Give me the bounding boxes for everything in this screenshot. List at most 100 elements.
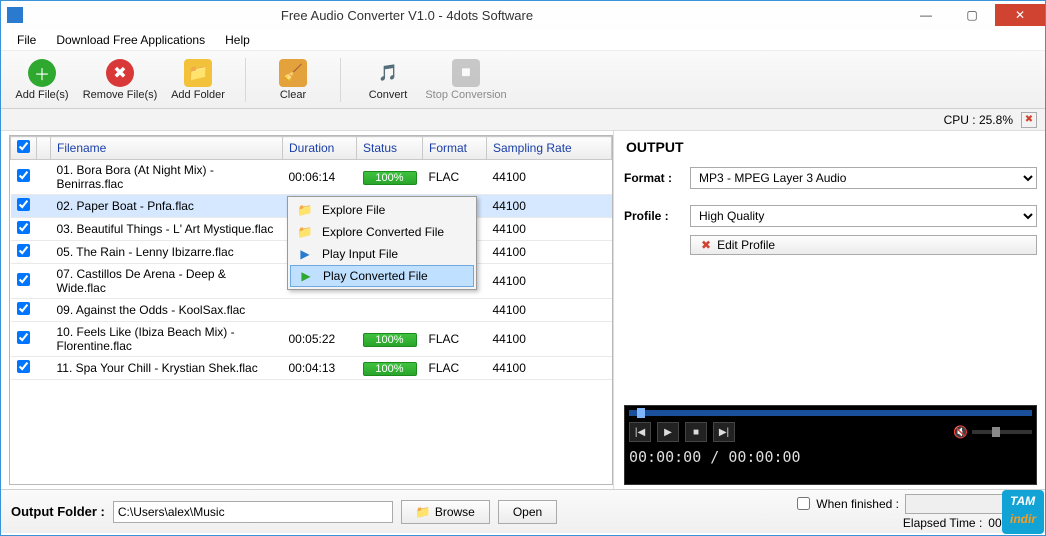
add-files-button[interactable]: ＋ Add File(s) [7, 54, 77, 106]
row-checkbox[interactable] [17, 360, 30, 373]
cell-sampling: 44100 [487, 195, 612, 218]
play-icon: ▶ [296, 247, 314, 261]
close-button[interactable]: ✕ [995, 4, 1045, 26]
cell-duration: 00:05:22 [283, 322, 357, 357]
file-grid[interactable]: Filename Duration Status Format Sampling… [9, 135, 613, 485]
seek-bar[interactable] [629, 410, 1032, 416]
cell-filename: 07. Castillos De Arena - Deep & Wide.fla… [51, 264, 283, 299]
cell-sampling: 44100 [487, 357, 612, 380]
remove-icon: ✖ [106, 59, 134, 87]
window-buttons: — ▢ ✕ [903, 4, 1045, 26]
cell-sampling: 44100 [487, 322, 612, 357]
cell-duration [283, 299, 357, 322]
table-row[interactable]: 09. Against the Odds - KoolSax.flac 44100 [11, 299, 612, 322]
watermark: TAMindir [1002, 490, 1044, 534]
table-row[interactable]: 11. Spa Your Chill - Krystian Shek.flac0… [11, 357, 612, 380]
stop-icon: ■ [452, 59, 480, 87]
when-finished-checkbox[interactable] [797, 497, 810, 510]
cell-sampling: 44100 [487, 218, 612, 241]
plus-icon: ＋ [28, 59, 56, 87]
col-status[interactable]: Status [357, 137, 423, 160]
broom-icon: 🧹 [279, 59, 307, 87]
player-time: 00:00:00 / 00:00:00 [629, 448, 1032, 466]
row-checkbox[interactable] [17, 302, 30, 315]
minimize-button[interactable]: — [903, 4, 949, 26]
cpu-label: CPU : 25.8% [944, 113, 1013, 127]
row-checkbox[interactable] [17, 244, 30, 257]
cell-filename: 09. Against the Odds - KoolSax.flac [51, 299, 283, 322]
convert-button[interactable]: 🎵 Convert [353, 54, 423, 106]
row-checkbox[interactable] [17, 198, 30, 211]
media-player: |◀ ▶ ■ ▶| 🔇 00:00:00 / 00:00:00 [624, 405, 1037, 485]
bottom-bar: Output Folder : 📁 Browse Open When finis… [1, 489, 1045, 533]
status-strip: CPU : 25.8% ✖ [1, 109, 1045, 131]
music-note-icon: 🎵 [374, 59, 402, 87]
add-folder-button[interactable]: 📁 Add Folder [163, 54, 233, 106]
col-sampling[interactable]: Sampling Rate [487, 137, 612, 160]
profile-select[interactable]: High Quality [690, 205, 1037, 227]
cell-duration: 00:06:14 [283, 160, 357, 195]
output-pane: OUTPUT Format : MP3 - MPEG Layer 3 Audio… [613, 131, 1045, 489]
select-all-checkbox[interactable] [17, 140, 30, 153]
col-duration[interactable]: Duration [283, 137, 357, 160]
edit-icon: ✖ [701, 238, 711, 252]
table-row[interactable]: 10. Feels Like (Ibiza Beach Mix) - Flore… [11, 322, 612, 357]
stop-button[interactable]: ■ Stop Conversion [431, 54, 501, 106]
volume-control: 🔇 [953, 425, 1032, 439]
player-next-button[interactable]: ▶| [713, 422, 735, 442]
cell-filename: 11. Spa Your Chill - Krystian Shek.flac [51, 357, 283, 380]
ctx-explore-converted[interactable]: 📁Explore Converted File [290, 221, 474, 243]
clear-button[interactable]: 🧹 Clear [258, 54, 328, 106]
row-checkbox[interactable] [17, 331, 30, 344]
volume-slider[interactable] [972, 430, 1032, 434]
menu-bar: File Download Free Applications Help [1, 29, 1045, 51]
app-icon [7, 7, 23, 23]
remove-files-button[interactable]: ✖ Remove File(s) [85, 54, 155, 106]
output-folder-input[interactable] [113, 501, 393, 523]
maximize-button[interactable]: ▢ [949, 4, 995, 26]
menu-file[interactable]: File [9, 31, 44, 49]
separator [245, 58, 246, 102]
row-checkbox[interactable] [17, 169, 30, 182]
cell-sampling: 44100 [487, 299, 612, 322]
cell-status: 100% [357, 322, 423, 357]
mute-icon[interactable]: 🔇 [953, 425, 968, 439]
ctx-play-converted[interactable]: ▶Play Converted File [290, 265, 474, 287]
player-prev-button[interactable]: |◀ [629, 422, 651, 442]
context-menu: 📁Explore File 📁Explore Converted File ▶P… [287, 196, 477, 290]
cell-format [423, 299, 487, 322]
cell-format: FLAC [423, 357, 487, 380]
cell-duration: 00:04:13 [283, 357, 357, 380]
folder-icon: 📁 [416, 505, 431, 519]
separator [340, 58, 341, 102]
col-filename[interactable]: Filename [51, 137, 283, 160]
status-icon[interactable]: ✖ [1021, 112, 1037, 128]
table-row[interactable]: 01. Bora Bora (At Night Mix) - Benirras.… [11, 160, 612, 195]
file-list-pane: Filename Duration Status Format Sampling… [1, 131, 613, 489]
col-format[interactable]: Format [423, 137, 487, 160]
titlebar: Free Audio Converter V1.0 - 4dots Softwa… [1, 1, 1045, 29]
toolbar: ＋ Add File(s) ✖ Remove File(s) 📁 Add Fol… [1, 51, 1045, 109]
cell-sampling: 44100 [487, 241, 612, 264]
elapsed-label: Elapsed Time : [903, 516, 982, 530]
window-title: Free Audio Converter V1.0 - 4dots Softwa… [31, 8, 903, 23]
edit-profile-button[interactable]: ✖ Edit Profile [690, 235, 1037, 255]
ctx-play-input[interactable]: ▶Play Input File [290, 243, 474, 265]
ctx-explore-file[interactable]: 📁Explore File [290, 199, 474, 221]
cell-status: 100% [357, 160, 423, 195]
player-stop-button[interactable]: ■ [685, 422, 707, 442]
cell-format: FLAC [423, 160, 487, 195]
open-button[interactable]: Open [498, 500, 557, 524]
menu-help[interactable]: Help [217, 31, 258, 49]
cell-sampling: 44100 [487, 264, 612, 299]
row-checkbox[interactable] [17, 273, 30, 286]
folder-icon: 📁 [184, 59, 212, 87]
player-play-button[interactable]: ▶ [657, 422, 679, 442]
folder-icon: 📁 [296, 203, 314, 217]
row-checkbox[interactable] [17, 221, 30, 234]
browse-button[interactable]: 📁 Browse [401, 500, 490, 524]
profile-label: Profile : [624, 209, 682, 223]
menu-download[interactable]: Download Free Applications [48, 31, 213, 49]
format-select[interactable]: MP3 - MPEG Layer 3 Audio [690, 167, 1037, 189]
cell-filename: 01. Bora Bora (At Night Mix) - Benirras.… [51, 160, 283, 195]
